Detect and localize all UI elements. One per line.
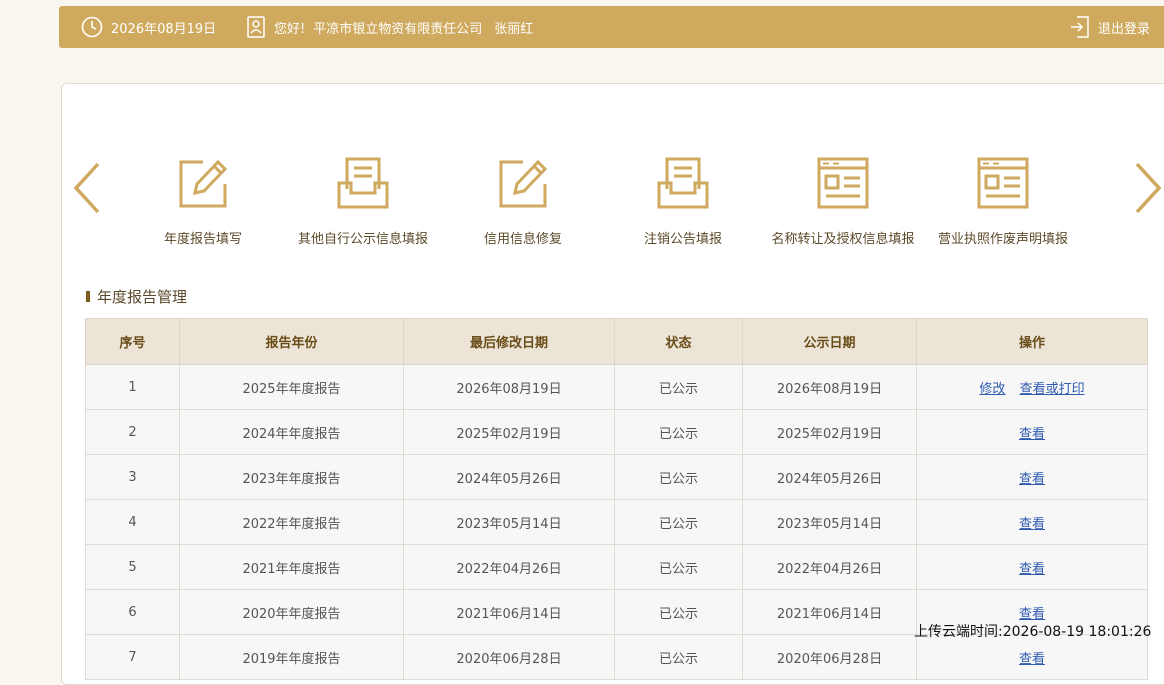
- cell-status: 已公示: [614, 364, 743, 410]
- document-tray-icon: [657, 157, 709, 209]
- cell-year: 2021年年度报告: [179, 544, 404, 590]
- table-row: 4 2022年年度报告 2023年05月14日 已公示 2023年05月14日 …: [85, 499, 1148, 545]
- cell-modified: 2023年05月14日: [403, 499, 615, 545]
- cell-actions: 查看: [916, 454, 1148, 500]
- nav-item-label: 信用信息修复: [483, 232, 562, 247]
- user-card-icon: [247, 16, 265, 38]
- nav-item-label: 营业执照作废声明填报: [937, 232, 1068, 247]
- nav-item-label: 注销公告填报: [643, 232, 722, 247]
- table-row: 2 2024年年度报告 2025年02月19日 已公示 2025年02月19日 …: [85, 409, 1148, 455]
- cell-status: 已公示: [614, 409, 743, 455]
- nav-item-label: 年度报告填写: [163, 232, 242, 247]
- cell-year: 2020年年度报告: [179, 589, 404, 635]
- cell-actions: 查看: [916, 544, 1148, 590]
- logout-button[interactable]: 退出登录: [1070, 16, 1150, 38]
- cell-published: 2026年08月19日: [742, 364, 917, 410]
- browser-window-icon: [977, 157, 1029, 209]
- column-header: 操作: [916, 318, 1148, 365]
- table-row: 5 2021年年度报告 2022年04月26日 已公示 2022年04月26日 …: [85, 544, 1148, 590]
- cell-status: 已公示: [614, 499, 743, 545]
- user-greeting: 您好! 平凉市银立物资有限责任公司 张丽红: [246, 16, 533, 38]
- view-link[interactable]: 查看: [1019, 562, 1045, 577]
- top-bar: 2026年08月19日 您好! 平凉市银立物资有限责任公司 张丽红 退出登录: [59, 6, 1164, 48]
- section-title-text: 年度报告管理: [97, 288, 188, 306]
- cell-status: 已公示: [614, 544, 743, 590]
- column-header: 公示日期: [742, 318, 917, 365]
- table-row: 7 2019年年度报告 2020年06月28日 已公示 2020年06月28日 …: [85, 634, 1148, 680]
- cell-status: 已公示: [614, 589, 743, 635]
- cell-published: 2022年04月26日: [742, 544, 917, 590]
- cell-modified: 2025年02月19日: [403, 409, 615, 455]
- column-header: 报告年份: [179, 318, 404, 365]
- nav-item-label: 其他自行公示信息填报: [297, 232, 428, 247]
- cell-year: 2025年年度报告: [179, 364, 404, 410]
- upload-timestamp: 上传云端时间:2026-08-19 18:01:26: [914, 624, 1152, 640]
- company-name: 平凉市银立物资有限责任公司: [313, 21, 483, 37]
- column-header: 序号: [85, 318, 180, 365]
- cell-no: 1: [85, 364, 180, 410]
- cell-year: 2023年年度报告: [179, 454, 404, 500]
- cell-modified: 2020年06月28日: [403, 634, 615, 680]
- cell-no: 5: [85, 544, 180, 590]
- user-name: 张丽红: [494, 21, 534, 37]
- edit-link[interactable]: 修改: [979, 382, 1005, 397]
- document-tray-icon: [337, 157, 389, 209]
- cell-year: 2024年年度报告: [179, 409, 404, 455]
- cell-year: 2019年年度报告: [179, 634, 404, 680]
- cell-modified: 2024年05月26日: [403, 454, 615, 500]
- view-link[interactable]: 查看: [1019, 607, 1045, 622]
- cell-actions: 查看: [916, 499, 1148, 545]
- view-link[interactable]: 查看: [1019, 427, 1045, 442]
- section-marker: [86, 291, 90, 302]
- greeting-text: 您好!: [274, 21, 306, 37]
- cell-actions: 修改 查看或打印: [916, 364, 1148, 410]
- cell-published: 2025年02月19日: [742, 409, 917, 455]
- cell-status: 已公示: [614, 634, 743, 680]
- cell-published: 2020年06月28日: [742, 634, 917, 680]
- nav-item-deregistration-notice[interactable]: 注销公告填报: [593, 153, 773, 247]
- pencil-form-icon: [499, 159, 548, 208]
- nav-item-license-void[interactable]: 营业执照作废声明填报: [913, 153, 1093, 247]
- nav-item-credit-repair[interactable]: 信用信息修复: [433, 153, 613, 247]
- cell-modified: 2026年08月19日: [403, 364, 615, 410]
- nav-item-name-transfer[interactable]: 名称转让及授权信息填报: [753, 153, 933, 247]
- view-link[interactable]: 查看: [1019, 652, 1045, 667]
- column-header: 状态: [614, 318, 743, 365]
- date-display: 2026年08月19日: [81, 16, 216, 38]
- cell-no: 6: [85, 589, 180, 635]
- cell-no: 4: [85, 499, 180, 545]
- cell-actions: 查看: [916, 634, 1148, 680]
- section-title: 年度报告管理: [86, 286, 187, 307]
- cell-modified: 2022年04月26日: [403, 544, 615, 590]
- clock-icon: [81, 16, 103, 38]
- cell-no: 3: [85, 454, 180, 500]
- cell-published: 2023年05月14日: [742, 499, 917, 545]
- cell-status: 已公示: [614, 454, 743, 500]
- browser-window-icon: [817, 157, 869, 209]
- table-row: 1 2025年年度报告 2026年08月19日 已公示 2026年08月19日 …: [85, 364, 1148, 410]
- logout-icon: [1070, 16, 1089, 38]
- cell-year: 2022年年度报告: [179, 499, 404, 545]
- cell-published: 2021年06月14日: [742, 589, 917, 635]
- chevron-left-icon[interactable]: [70, 160, 104, 216]
- cell-no: 7: [85, 634, 180, 680]
- pencil-form-icon: [179, 159, 228, 208]
- table-row: 3 2023年年度报告 2024年05月26日 已公示 2024年05月26日 …: [85, 454, 1148, 500]
- cell-no: 2: [85, 409, 180, 455]
- logout-label: 退出登录: [1097, 21, 1150, 37]
- nav-item-annual-report[interactable]: 年度报告填写: [113, 153, 293, 247]
- cell-published: 2024年05月26日: [742, 454, 917, 500]
- chevron-right-icon[interactable]: [1131, 160, 1164, 216]
- view-link[interactable]: 查看: [1019, 472, 1045, 487]
- column-header: 最后修改日期: [403, 318, 615, 365]
- cell-actions: 查看: [916, 409, 1148, 455]
- date-text: 2026年08月19日: [111, 21, 217, 37]
- cell-modified: 2021年06月14日: [403, 589, 615, 635]
- view-link[interactable]: 查看: [1019, 517, 1045, 532]
- nav-item-label: 名称转让及授权信息填报: [771, 232, 915, 247]
- view-or-print-link[interactable]: 查看或打印: [1020, 382, 1085, 397]
- table-header-row: 序号 报告年份 最后修改日期 状态 公示日期 操作: [85, 318, 1148, 365]
- nav-item-other-disclosure[interactable]: 其他自行公示信息填报: [273, 153, 453, 247]
